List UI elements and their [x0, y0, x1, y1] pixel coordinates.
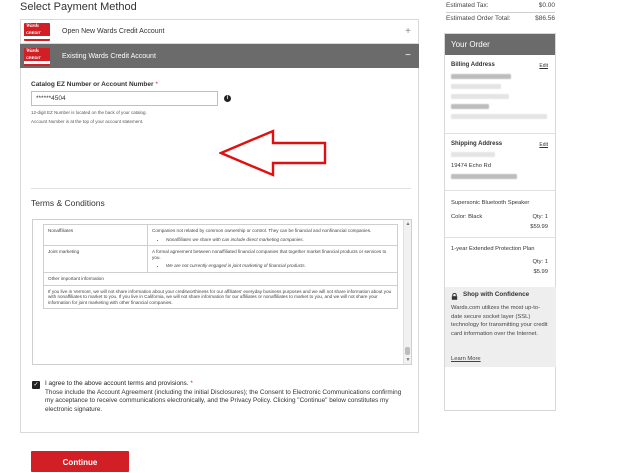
- payment-method-list: Wards CREDIT Open New Wards Credit Accou…: [20, 19, 419, 472]
- item-name: 1-year Extended Protection Plan: [451, 246, 535, 252]
- option-label: Open New Wards Credit Account: [62, 28, 165, 35]
- plus-icon[interactable]: +: [405, 26, 411, 37]
- redacted-text: [451, 94, 509, 99]
- item-price: $5.99: [533, 269, 548, 275]
- item-qty: Qty: 1: [532, 259, 548, 265]
- term-definition: Companies not related by common ownershi…: [147, 223, 398, 247]
- account-number-input[interactable]: ******4504: [31, 91, 218, 106]
- terms-scrollbar[interactable]: ▲ ▼: [403, 220, 411, 364]
- agree-checkbox[interactable]: ✓: [32, 381, 40, 389]
- item-price: $59.99: [530, 224, 548, 230]
- totals-row-order-total: Estimated Order Total: $86.56: [446, 15, 555, 22]
- divider: [31, 188, 411, 189]
- table-row: Joint marketing A formal agreement betwe…: [43, 245, 398, 273]
- account-number-label: Catalog EZ Number or Account Number *: [31, 81, 158, 88]
- annotation-arrow: [219, 129, 327, 177]
- redacted-text: [451, 104, 489, 109]
- account-hint-ez: 12-digit EZ Number is located on the bac…: [31, 110, 147, 115]
- shop-confidence-title: Shop with Confidence: [463, 291, 530, 298]
- terms-title: Terms & Conditions: [31, 198, 105, 208]
- table-row: Nonaffiliates Companies not related by c…: [43, 223, 398, 247]
- option-open-new-account[interactable]: Wards CREDIT Open New Wards Credit Accou…: [20, 19, 419, 44]
- agree-text: I agree to the above account terms and p…: [45, 380, 402, 413]
- privacy-terms-table: Nonaffiliates Companies not related by c…: [43, 223, 398, 310]
- redacted-text: [451, 84, 501, 89]
- redacted-text: [451, 152, 495, 157]
- learn-more-link[interactable]: Learn More: [451, 356, 481, 362]
- scroll-up-icon[interactable]: ▲: [405, 221, 411, 227]
- continue-button[interactable]: Continue: [31, 451, 129, 472]
- lock-icon: [451, 293, 458, 300]
- order-totals: Estimated Tax: $0.00 Estimated Order Tot…: [446, 0, 555, 25]
- account-hint-statement: Account Number is at the top of your acc…: [31, 119, 144, 124]
- billing-edit-link[interactable]: Edit: [539, 63, 548, 69]
- terms-scroll-box[interactable]: Nonaffiliates Companies not related by c…: [32, 219, 412, 365]
- vermont-california-notice: If you live in Vermont, we will not shar…: [43, 284, 398, 310]
- option-label: Existing Wards Credit Account: [62, 52, 156, 60]
- shipping-edit-link[interactable]: Edit: [539, 142, 548, 148]
- info-icon[interactable]: i: [224, 95, 231, 102]
- other-info-header: Other important information: [43, 271, 398, 286]
- shipping-address-label: Shipping Address: [451, 141, 503, 147]
- scroll-down-icon[interactable]: ▼: [405, 357, 411, 363]
- item-qty: Qty: 1: [532, 214, 548, 220]
- term-key: Nonaffiliates: [43, 223, 148, 247]
- item-name: Supersonic Bluetooth Speaker: [451, 200, 530, 206]
- billing-address-label: Billing Address: [451, 62, 495, 68]
- shop-confidence-body: Wards.com utilizes the most up-to-date s…: [451, 305, 548, 337]
- page-title: Select Payment Method: [20, 1, 137, 13]
- wards-credit-card-logo: Wards CREDIT: [24, 48, 50, 66]
- term-bullet: Nonaffiliates we share with can include …: [166, 237, 393, 243]
- totals-row-tax: Estimated Tax: $0.00: [446, 2, 555, 9]
- table-row: Other important information: [43, 271, 398, 286]
- redacted-text: [451, 174, 517, 179]
- term-key: Joint marketing: [43, 245, 148, 273]
- table-row: If you live in Vermont, we will not shar…: [43, 284, 398, 310]
- existing-account-panel: Catalog EZ Number or Account Number * **…: [20, 68, 419, 472]
- redacted-text: [451, 74, 511, 79]
- term-bullet: We are not currently engaged in joint ma…: [166, 263, 393, 269]
- item-color: Color: Black: [451, 214, 483, 220]
- scroll-thumb[interactable]: [405, 347, 410, 355]
- shop-with-confidence: Shop with Confidence Wards.com utilizes …: [445, 287, 556, 367]
- wards-credit-card-logo: Wards CREDIT: [24, 23, 50, 41]
- your-order-title: Your Order: [445, 34, 555, 55]
- minus-icon[interactable]: −: [405, 51, 411, 61]
- term-definition: A formal agreement between nonaffiliated…: [147, 245, 398, 273]
- redacted-text: [451, 114, 547, 119]
- shipping-street: 19474 Echo Rd: [451, 163, 491, 169]
- option-existing-account[interactable]: Wards CREDIT Existing Wards Credit Accou…: [20, 44, 419, 68]
